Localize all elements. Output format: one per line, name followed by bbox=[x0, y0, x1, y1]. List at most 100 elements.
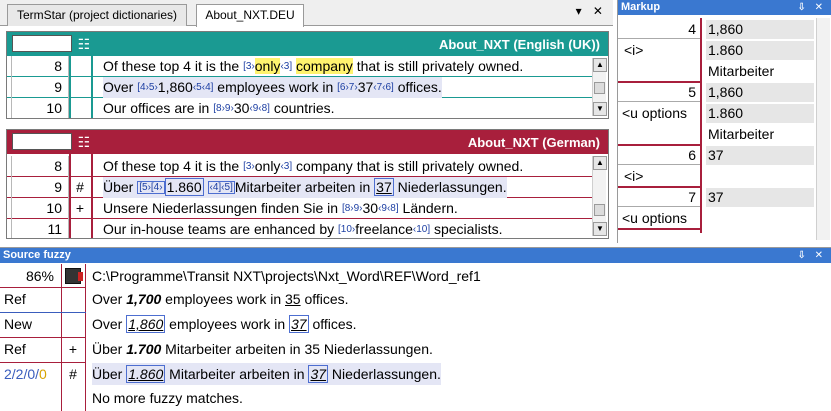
scroll-down-arrow-icon[interactable]: ▼ bbox=[593, 222, 607, 236]
segment-number: 10 bbox=[11, 98, 69, 118]
markup-tag: ‹7‹6] bbox=[373, 82, 394, 93]
english-pane-scrollbar[interactable]: ▲ ▼ bbox=[592, 58, 607, 116]
segment-number: 9 bbox=[11, 177, 69, 198]
grid-view-icon[interactable]: ☷ bbox=[75, 35, 93, 53]
markup-entry-number: 5 bbox=[618, 83, 700, 102]
german-pane-header: ☷ About_NXT (German) bbox=[7, 130, 608, 154]
table-row: No more fuzzy matches. bbox=[0, 387, 831, 411]
german-pane-scrollbar[interactable]: ▲ ▼ bbox=[592, 156, 607, 236]
markup-entry-number: 6 bbox=[618, 146, 700, 165]
scroll-up-arrow-icon[interactable]: ▲ bbox=[593, 156, 607, 170]
segment-status-mark: # bbox=[76, 179, 84, 195]
markup-panel-scrollbar[interactable] bbox=[816, 18, 830, 240]
scroll-thumb[interactable] bbox=[594, 204, 605, 216]
markup-entry-value[interactable]: 1.860 bbox=[706, 104, 814, 123]
scroll-up-arrow-icon[interactable]: ▲ bbox=[593, 58, 607, 72]
markup-entry-value[interactable]: 1,860 bbox=[706, 20, 814, 39]
segment-number-field[interactable] bbox=[12, 35, 72, 52]
fuzzy-row-label: 2/2/0/0 bbox=[4, 366, 47, 382]
table-row[interactable]: 9 Over [4›5›1,860‹5‹4] employees work in… bbox=[7, 77, 593, 98]
table-row[interactable]: New Over 1,860 employees work in 37 offi… bbox=[0, 313, 831, 338]
markup-tag: ‹3] bbox=[280, 161, 293, 172]
markup-tag: ‹10] bbox=[412, 224, 431, 235]
fuzzy-panel-header: Source fuzzy ⇩ ✕ bbox=[0, 248, 831, 263]
markup-entry-value[interactable]: 37 bbox=[706, 188, 814, 207]
markup-entry-number: 7 bbox=[618, 188, 700, 207]
fuzzy-row-label: New bbox=[4, 316, 33, 332]
segment-text[interactable]: Our offices are in [8›9›30‹9‹8] countrie… bbox=[103, 98, 335, 118]
table-row[interactable]: 2/2/0/0 # Über 1.860 Mitarbeiter arbeite… bbox=[0, 363, 831, 388]
markup-entry-number: 4 bbox=[618, 20, 700, 39]
segment-text[interactable]: Over [4›5›1,860‹5‹4] employees work in [… bbox=[103, 77, 442, 98]
table-row[interactable]: 8 Of these top 4 it is the [3›only‹3] co… bbox=[7, 56, 593, 77]
fuzzy-row-mark bbox=[62, 313, 84, 338]
german-target-pane: ☷ About_NXT (German) 8 Of these top 4 it… bbox=[6, 129, 609, 239]
segment-number: 8 bbox=[11, 56, 69, 77]
fuzzy-row-label: Ref bbox=[4, 341, 26, 357]
table-row[interactable]: Ref + Über 1.700 Mitarbeiter arbeiten in… bbox=[0, 338, 831, 363]
segment-text[interactable]: Of these top 4 it is the [3›only‹3] comp… bbox=[103, 156, 523, 177]
fuzzy-row-text: Über 1.700 Mitarbeiter arbeiten in 35 Ni… bbox=[92, 341, 433, 357]
markup-panel-header: Markup ⇩ ✕ bbox=[618, 0, 831, 15]
english-pane-title: About_NXT (English (UK)) bbox=[438, 37, 600, 52]
table-row[interactable]: 9 # Über [5›[4› 1.860 ‹4]‹5] Mitarbeiter a… bbox=[7, 177, 593, 198]
tab-termstar[interactable]: TermStar (project dictionaries) bbox=[7, 4, 187, 26]
table-row[interactable]: 10 Our offices are in [8›9›30‹9‹8] count… bbox=[7, 98, 593, 118]
markup-tag: ‹4]‹5] bbox=[207, 181, 235, 194]
markup-tag: [10› bbox=[338, 224, 356, 235]
markup-entry-value[interactable]: 1,860 bbox=[706, 83, 814, 102]
segment-number-field[interactable] bbox=[12, 133, 72, 150]
scroll-down-arrow-icon[interactable]: ▼ bbox=[593, 102, 607, 116]
markup-tag: [3› bbox=[243, 161, 255, 172]
markup-entry-value[interactable]: 37 bbox=[706, 146, 814, 165]
markup-entry-value[interactable]: 1.860 bbox=[706, 41, 814, 60]
fuzzy-row-mark: + bbox=[68, 341, 78, 357]
markup-entry-label: <u options bbox=[622, 210, 687, 226]
markup-entry-value[interactable]: Mitarbeiter bbox=[706, 125, 814, 144]
grid-view-icon[interactable]: ☷ bbox=[75, 133, 93, 151]
markup-entry-label: <i> bbox=[624, 42, 644, 58]
table-row[interactable]: 10 + Unsere Niederlassungen finden Sie i… bbox=[7, 198, 593, 219]
segment-status-mark bbox=[69, 156, 91, 177]
markup-tag: [8›9› bbox=[213, 103, 234, 114]
no-more-matches-text: No more fuzzy matches. bbox=[92, 390, 243, 406]
fuzzy-row-text: Over 1,700 employees work in 35 offices. bbox=[92, 291, 349, 307]
markup-tag: [6›7› bbox=[337, 82, 358, 93]
document-tab-strip: TermStar (project dictionaries) About_NX… bbox=[0, 0, 613, 27]
fuzzy-row-label: Ref bbox=[4, 291, 26, 307]
fuzzy-source-row[interactable]: 86% C:\Programme\Transit NXT\projects\Nx… bbox=[0, 265, 831, 290]
segment-text[interactable]: Unsere Niederlassungen finden Sie in [8›… bbox=[103, 198, 458, 219]
markup-tag: [8›9› bbox=[341, 203, 363, 214]
markup-tag: [3› bbox=[243, 61, 255, 72]
markup-tag: ‹9‹8] bbox=[249, 103, 270, 114]
segment-number: 10 bbox=[11, 198, 69, 219]
fuzzy-row-text: Over 1,860 employees work in 37 offices. bbox=[92, 315, 357, 333]
table-row[interactable]: Ref Over 1,700 employees work in 35 offi… bbox=[0, 288, 831, 313]
table-row[interactable]: 11 Our in-house teams are enhanced by [1… bbox=[7, 219, 593, 238]
markup-panel-controls[interactable]: ⇩ ✕ bbox=[797, 0, 826, 15]
markup-entry-value[interactable] bbox=[706, 209, 814, 228]
fuzzy-panel-controls[interactable]: ⇩ ✕ bbox=[797, 248, 826, 263]
segment-status-mark bbox=[69, 77, 91, 98]
segment-status-mark bbox=[69, 219, 91, 238]
markup-entry-value[interactable]: Mitarbeiter bbox=[706, 62, 814, 81]
fuzzy-source-path: C:\Programme\Transit NXT\projects\Nxt_Wo… bbox=[92, 268, 481, 284]
segment-status-mark bbox=[69, 56, 91, 77]
fuzzy-panel-title: Source fuzzy bbox=[3, 249, 71, 261]
source-fuzzy-panel: Source fuzzy ⇩ ✕ 86% C:\Programme\Transi… bbox=[0, 247, 831, 411]
markup-tag: ‹3] bbox=[280, 61, 293, 72]
segment-text[interactable]: Über [5›[4› 1.860 ‹4]‹5] Mitarbeiter arbei… bbox=[103, 177, 507, 198]
segment-text[interactable]: Our in-house teams are enhanced by [10›f… bbox=[103, 219, 502, 238]
markup-entry-label: <u options bbox=[622, 105, 687, 121]
table-row[interactable]: 8 Of these top 4 it is the [3›only‹3] co… bbox=[7, 156, 593, 177]
segment-number: 8 bbox=[11, 156, 69, 177]
tab-about-nxt-deu[interactable]: About_NXT.DEU bbox=[196, 4, 304, 27]
tab-strip-controls[interactable]: ▾ ✕ bbox=[576, 4, 607, 18]
fuzzy-row-text: Über 1.860 Mitarbeiter arbeiten in 37 Ni… bbox=[92, 363, 441, 385]
database-icon bbox=[65, 268, 83, 284]
scroll-thumb[interactable] bbox=[594, 82, 605, 94]
markup-entry-value[interactable] bbox=[706, 167, 814, 186]
segment-text[interactable]: Of these top 4 it is the [3›only‹3] comp… bbox=[103, 56, 523, 77]
english-pane-header: ☷ About_NXT (English (UK)) bbox=[7, 32, 608, 56]
markup-panel-title: Markup bbox=[621, 1, 661, 13]
